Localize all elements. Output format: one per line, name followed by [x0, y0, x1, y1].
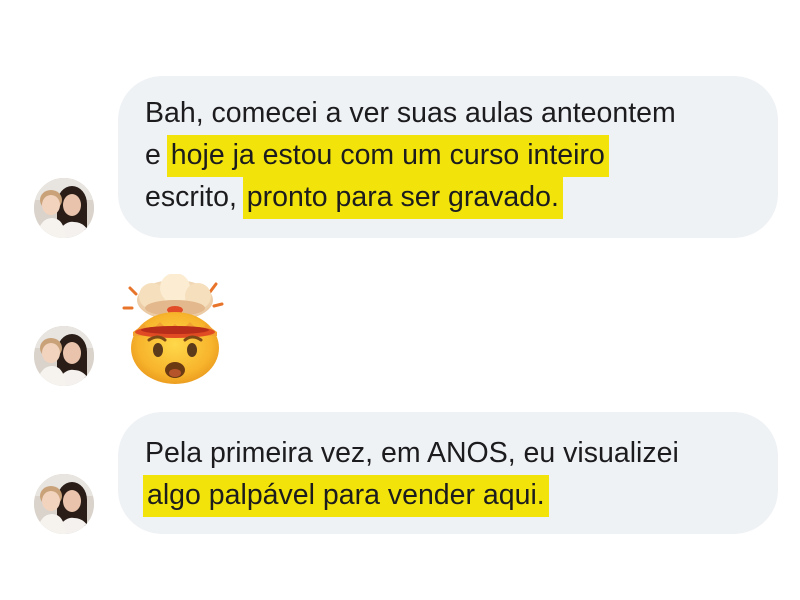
avatar-photo-icon — [34, 326, 94, 386]
message-line: Pela primeira vez, em ANOS, eu visualize… — [145, 432, 778, 474]
message-bubble[interactable]: Bah, comecei a ver suas aulas anteontem … — [118, 76, 778, 238]
message-bubble[interactable]: Pela primeira vez, em ANOS, eu visualize… — [118, 412, 778, 534]
message-line: Bah, comecei a ver suas aulas anteontem — [145, 92, 778, 134]
sender-avatar[interactable] — [34, 326, 94, 386]
highlighted-text: hoje ja estou com um curso inteiro — [166, 135, 609, 177]
message-text: e — [145, 139, 169, 171]
message-line: e hoje ja estou com um curso inteiro — [145, 134, 778, 177]
message-text: Pela primeira vez, em ANOS, eu visualize… — [145, 437, 679, 469]
avatar-photo-icon — [34, 474, 94, 534]
message-text: Bah, comecei a ver suas aulas anteontem — [145, 97, 676, 129]
exploding-head-emoji — [120, 273, 230, 386]
message-line: escrito, pronto para ser gravado. — [145, 176, 778, 219]
message-text: escrito, — [145, 181, 245, 213]
highlighted-text: algo palpável para vender aqui. — [143, 475, 549, 517]
sender-avatar[interactable] — [34, 178, 94, 238]
exploding-head-icon — [122, 273, 224, 384]
sender-avatar[interactable] — [34, 474, 94, 534]
avatar-photo-icon — [34, 178, 94, 238]
highlighted-text: pronto para ser gravado. — [242, 177, 563, 219]
message-line: algo palpável para vender aqui. — [143, 474, 778, 517]
